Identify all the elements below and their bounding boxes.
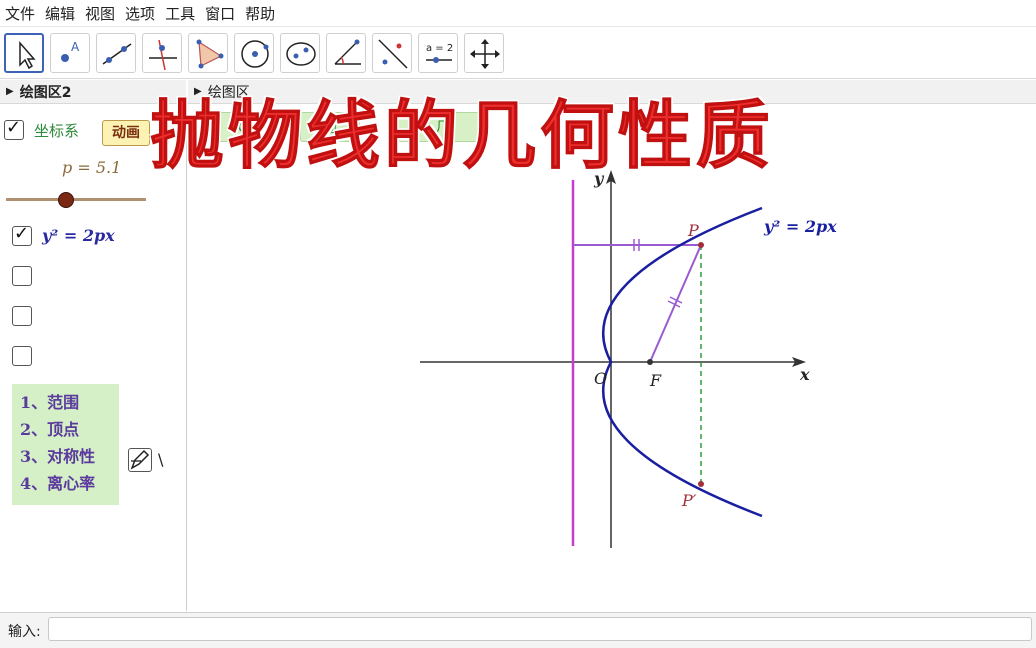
- slider-icon: a = 2: [426, 43, 453, 63]
- point-icon: A: [61, 40, 80, 62]
- move-graphics-tool-button[interactable]: [464, 33, 504, 73]
- menu-help[interactable]: 帮助: [240, 3, 280, 24]
- animate-label: 动画: [112, 125, 140, 141]
- property-list: 1、范围 2、顶点 3、对称性 4、离心率: [12, 384, 119, 505]
- svg-text:A: A: [71, 40, 80, 54]
- menu-tools[interactable]: 工具: [160, 3, 200, 24]
- menu-options[interactable]: 选项: [120, 3, 160, 24]
- focus-label: F: [649, 371, 662, 390]
- menu-edit[interactable]: 编辑: [40, 3, 80, 24]
- perpendicular-icon: [149, 39, 177, 71]
- overlay-title: 抛物线的几何性质: [150, 93, 774, 180]
- axes-checkbox[interactable]: ✓: [4, 117, 24, 140]
- option-checkbox-2[interactable]: [12, 266, 32, 286]
- graphics2-title: 绘图区2: [19, 84, 72, 101]
- ellipse-icon: [286, 42, 316, 66]
- check-icon: ✓: [6, 117, 22, 138]
- angle-tool-button[interactable]: [326, 33, 366, 73]
- polygon-icon: [196, 39, 224, 69]
- point-p-prime[interactable]: [698, 481, 704, 487]
- list-item-symmetry[interactable]: 3、对称性: [20, 443, 95, 467]
- menu-file[interactable]: 文件: [0, 3, 40, 24]
- expand-triangle-icon: ▶: [6, 86, 14, 97]
- axes-label: 坐标系: [34, 122, 80, 140]
- slider-handle[interactable]: [58, 192, 74, 208]
- list-item-eccentricity[interactable]: 4、离心率: [20, 470, 95, 494]
- curve-label: y² = 2px: [763, 217, 837, 236]
- move-arrows-icon: [470, 39, 500, 69]
- input-bar: 输入:: [0, 612, 1036, 648]
- list-item-vertex[interactable]: 2、顶点: [20, 416, 79, 440]
- cursor-icon: [19, 41, 36, 70]
- point-tool-button[interactable]: A: [50, 33, 90, 73]
- point-p-label: P: [687, 221, 699, 240]
- perpendicular-tool-button[interactable]: [142, 33, 182, 73]
- slider-label: p = 5.1: [62, 158, 122, 177]
- segment-pf: [649, 244, 702, 363]
- p-slider[interactable]: [6, 192, 146, 208]
- reflect-line-icon: [378, 39, 408, 69]
- circle-tool-button[interactable]: [234, 33, 274, 73]
- pencil-checkbox[interactable]: [128, 448, 152, 472]
- point-f[interactable]: [647, 359, 653, 365]
- menu-view[interactable]: 视图: [80, 3, 120, 24]
- animate-button[interactable]: 动画: [102, 120, 150, 146]
- option-checkbox-4[interactable]: [12, 346, 32, 366]
- polygon-tool-button[interactable]: [188, 33, 228, 73]
- toolbar: A a = 2: [0, 28, 1036, 79]
- reflect-tool-button[interactable]: [372, 33, 412, 73]
- option-checkbox-3[interactable]: [12, 306, 32, 326]
- svg-text:a = 2: a = 2: [426, 43, 453, 54]
- input-label: 输入:: [8, 624, 41, 640]
- line-icon: [102, 43, 132, 65]
- line-tool-button[interactable]: [96, 33, 136, 73]
- equation-checkbox[interactable]: ✓: [12, 223, 32, 246]
- pencil-icon: [130, 449, 150, 470]
- slider-tool-button[interactable]: a = 2: [418, 33, 458, 73]
- side-backslash: \: [158, 450, 164, 469]
- menu-window[interactable]: 窗口: [200, 3, 240, 24]
- menu-bar: 文件 编辑 视图 选项 工具 窗口 帮助: [0, 0, 1036, 27]
- equation-label: y² = 2px: [42, 226, 115, 245]
- origin-label: O: [594, 369, 607, 388]
- point-p-prime-label: P′: [681, 491, 697, 510]
- circle-icon: [241, 40, 269, 68]
- angle-icon: [334, 39, 361, 65]
- list-item-range[interactable]: 1、范围: [20, 389, 79, 413]
- point-p[interactable]: [698, 242, 704, 248]
- input-field[interactable]: [48, 617, 1032, 641]
- x-axis-label: x: [799, 365, 810, 384]
- check-icon: ✓: [14, 223, 30, 244]
- conic-tool-button[interactable]: [280, 33, 320, 73]
- move-tool-button[interactable]: [4, 33, 44, 73]
